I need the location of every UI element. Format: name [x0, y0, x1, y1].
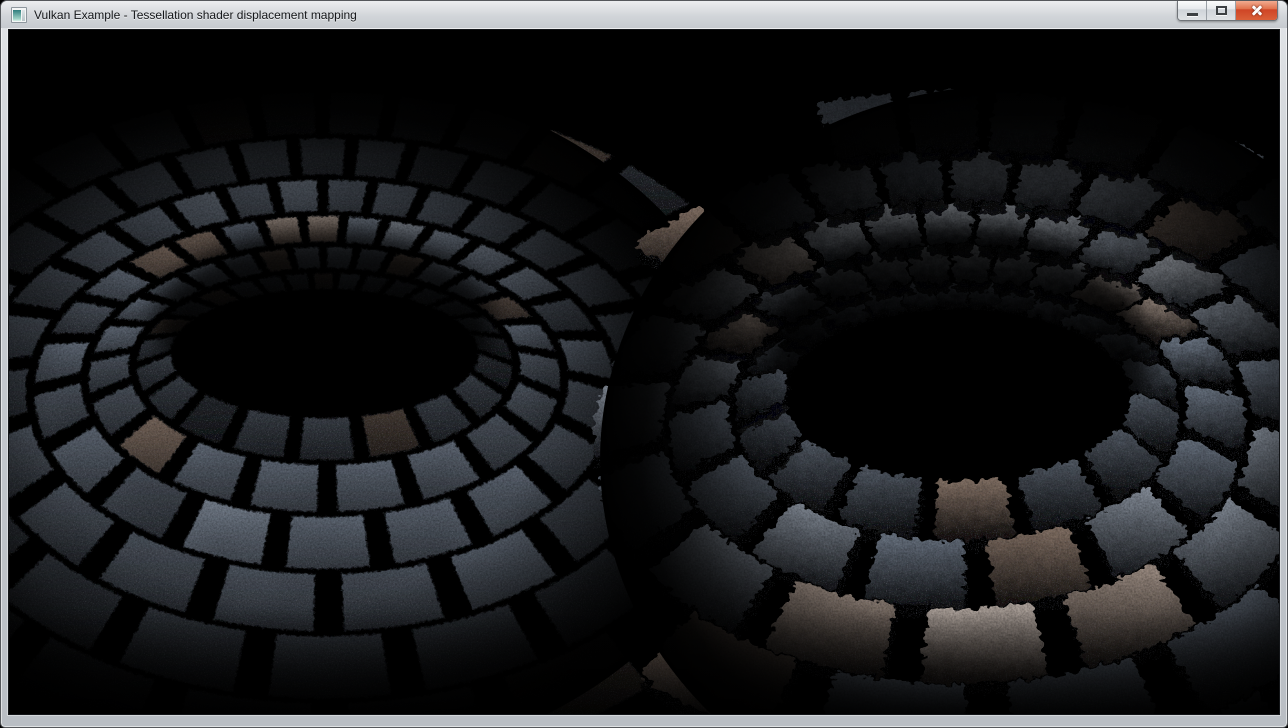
window-title: Vulkan Example - Tessellation shader dis…	[34, 8, 357, 22]
close-button[interactable]	[1236, 1, 1277, 20]
app-icon-strip	[22, 10, 25, 21]
window: Vulkan Example - Tessellation shader dis…	[0, 0, 1288, 728]
vulkan-viewport[interactable]	[8, 29, 1280, 715]
app-icon-pane	[13, 10, 21, 21]
window-controls	[1177, 1, 1278, 21]
app-icon[interactable]	[11, 7, 27, 23]
minimize-button[interactable]	[1178, 1, 1207, 20]
maximize-button[interactable]	[1207, 1, 1236, 20]
maximize-icon	[1216, 6, 1227, 15]
minimize-icon	[1187, 13, 1198, 16]
tessellation-render	[9, 30, 1279, 714]
titlebar[interactable]: Vulkan Example - Tessellation shader dis…	[1, 1, 1287, 28]
close-icon	[1250, 4, 1264, 18]
